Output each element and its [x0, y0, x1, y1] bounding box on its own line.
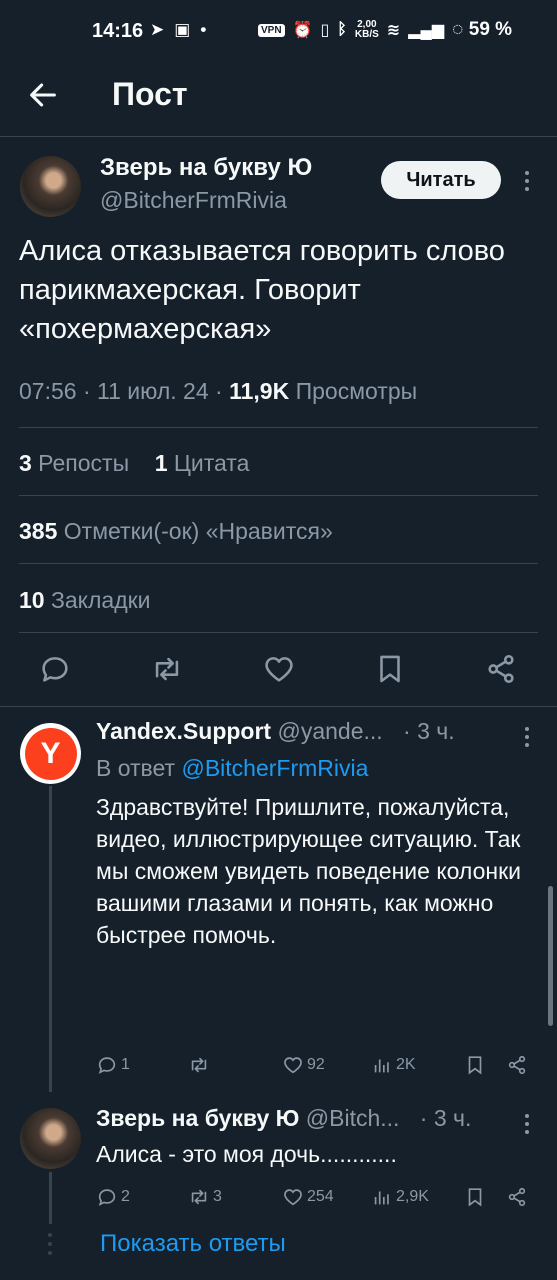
like-heart-icon[interactable]: [262, 652, 296, 686]
reply-text: Алиса - это моя дочь............: [96, 1141, 397, 1167]
author-handle[interactable]: @BitcherFrmRivia: [100, 187, 287, 214]
bookmarks-label: Закладки: [44, 587, 151, 613]
bluetooth-icon: ᛒ: [337, 21, 347, 38]
back-arrow-icon[interactable]: [26, 78, 60, 112]
repost-stats[interactable]: 3 Репосты 1 Цитата: [19, 450, 249, 477]
reply-like-stat[interactable]: 92: [282, 1054, 325, 1076]
reply-share-icon[interactable]: [506, 1186, 528, 1208]
status-time: 14:16: [92, 20, 144, 42]
reply-more-icon[interactable]: [522, 1113, 532, 1135]
reply-to-line: В ответ @BitcherFrmRivia: [96, 755, 369, 781]
reply-time: · 3 ч.: [413, 1105, 472, 1131]
signal-icon: ▂▄▆: [408, 22, 445, 39]
page-title: Пост: [112, 76, 188, 112]
follow-button[interactable]: Читать: [381, 161, 501, 199]
reply-author-avatar[interactable]: [20, 1108, 81, 1169]
reply-bookmark-icon[interactable]: [464, 1186, 486, 1208]
show-replies-link[interactable]: Показать ответы: [100, 1230, 286, 1258]
reposts-label: Репосты: [31, 450, 130, 476]
share-icon[interactable]: [484, 652, 518, 686]
scrollbar[interactable]: [548, 886, 553, 1026]
more-options-icon[interactable]: [522, 170, 532, 192]
likes-label: Отметки(-ок) «Нравится»: [57, 518, 333, 544]
bookmarks-count: 10: [19, 587, 45, 613]
reply-text: Здравствуйте! Пришлите, пожалуйста, виде…: [96, 794, 522, 948]
bookmark-icon[interactable]: [373, 652, 407, 686]
reply-time: · 3 ч.: [396, 718, 455, 744]
thread-line: [49, 786, 52, 1092]
reply-more-icon[interactable]: [522, 726, 532, 748]
telegram-icon: ➤: [150, 20, 165, 39]
reply-icon[interactable]: [38, 652, 72, 686]
vpn-badge: VPN: [258, 23, 285, 37]
reply-like-stat[interactable]: 254: [282, 1186, 334, 1208]
vibrate-icon: ▯: [320, 22, 330, 39]
reply-views-stat[interactable]: 2K: [371, 1054, 416, 1076]
calendar-icon: ▣: [174, 20, 191, 39]
reply-retweet-stat[interactable]: [188, 1054, 213, 1076]
likes-count: 385: [19, 518, 58, 544]
quotes-label: Цитата: [167, 450, 250, 476]
views-count: 11,9K: [229, 378, 290, 404]
wifi-icon: ≋: [386, 22, 401, 39]
post-meta: 07:56 · 11 июл. 24 · 11,9K Просмотры: [19, 378, 417, 405]
reply-comment-stat[interactable]: 2: [96, 1186, 130, 1208]
reply-share-icon[interactable]: [506, 1054, 528, 1076]
alarm-icon: ⏰: [292, 22, 313, 39]
reply-author-name[interactable]: Зверь на букву Ю: [96, 1105, 299, 1131]
dot-icon: •: [200, 20, 207, 39]
yandex-avatar[interactable]: Y: [20, 723, 81, 784]
author-avatar[interactable]: [20, 156, 81, 217]
post-text: Алиса отказывается говорить слово парикм…: [19, 235, 505, 345]
thread-line: [49, 1172, 52, 1224]
reply-header: Зверь на букву Ю @Bitch... · 3 ч.: [96, 1105, 471, 1132]
battery-indicator: ◌ 59 %: [452, 19, 513, 40]
reply-author-handle[interactable]: @Bitch...: [299, 1105, 400, 1131]
quotes-count: 1: [154, 450, 168, 476]
reply-comment-stat[interactable]: 1: [96, 1054, 130, 1076]
reply-author-name[interactable]: Yandex.Support: [96, 718, 271, 744]
thread-dots-icon: [46, 1232, 54, 1256]
header-divider: [0, 136, 557, 137]
reposts-count: 3: [19, 450, 32, 476]
reply-to-handle[interactable]: @BitcherFrmRivia: [181, 755, 368, 781]
net-speed: 2,00 KB/S: [354, 19, 379, 40]
bookmarks-stats[interactable]: 10 Закладки: [19, 587, 151, 614]
reply-author-handle[interactable]: @yande...: [271, 718, 382, 744]
reply-bookmark-icon[interactable]: [464, 1054, 486, 1076]
post-timestamp: 07:56 · 11 июл. 24 ·: [19, 378, 230, 404]
status-bar: 14:16 ➤ ▣ • VPN ⏰ ▯ ᛒ 2,00 KB/S ≋ ▂▄▆ ◌ …: [0, 0, 557, 62]
author-name[interactable]: Зверь на букву Ю: [100, 154, 312, 182]
reply-retweet-stat[interactable]: 3: [188, 1186, 222, 1208]
yandex-logo-icon: Y: [24, 727, 77, 780]
reply-views-stat[interactable]: 2,9K: [371, 1186, 429, 1208]
likes-stats[interactable]: 385 Отметки(-ок) «Нравится»: [19, 518, 333, 545]
views-label: Просмотры: [289, 378, 418, 404]
reply-header: Yandex.Support @yande... · 3 ч.: [96, 718, 455, 745]
retweet-icon[interactable]: [150, 652, 184, 686]
